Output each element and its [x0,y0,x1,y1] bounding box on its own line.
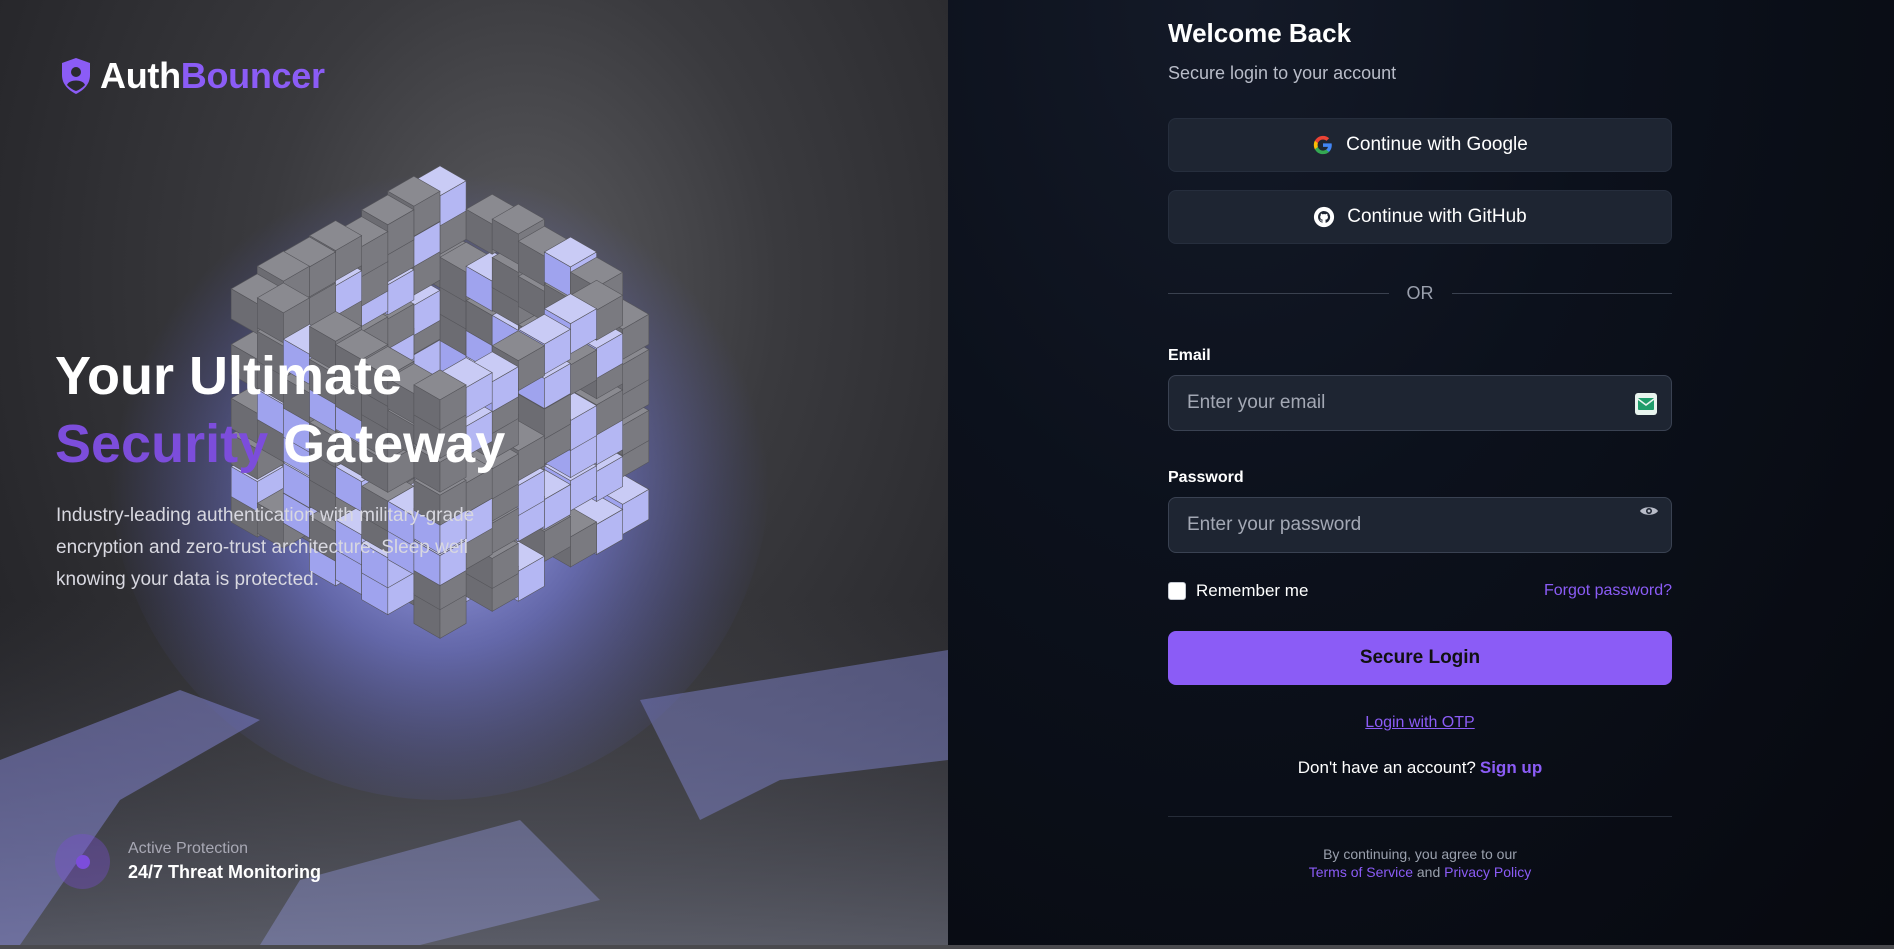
footer-and: and [1416,864,1441,880]
or-divider: OR [1168,281,1672,305]
github-button-label: Continue with GitHub [1347,206,1527,227]
hero-description: Industry-leading authentication with mil… [56,505,475,590]
headline-line2: Security Gateway [55,410,505,478]
divider-text: OR [1406,282,1434,303]
eye-icon[interactable] [1639,504,1659,518]
brand-logo: AuthBouncer [60,55,325,97]
hero-panel: AuthBouncer Your Ultimate Security Gatew… [0,0,948,945]
status-label: Active Protection [128,840,249,857]
privacy-link[interactable]: Privacy Policy [1444,864,1531,880]
footer-line1: By continuing, you agree to our [1323,846,1517,862]
password-field-wrapper [1168,497,1672,553]
hero-headline: Your Ultimate Security Gateway [55,342,505,478]
google-icon [1313,135,1332,155]
form-subtitle: Secure login to your account [1168,63,1397,83]
google-button-label: Continue with Google [1346,134,1528,155]
mail-icon[interactable] [1635,393,1657,415]
form-title: Welcome Back [1168,18,1352,48]
status-indicator-icon [55,834,110,889]
signup-row: Don't have an account? Sign up [1168,758,1672,778]
email-input[interactable] [1169,376,1671,430]
headline-accent: Security [55,414,269,474]
forgot-password-link[interactable]: Forgot password? [1544,582,1672,600]
remember-label: Remember me [1196,581,1309,600]
brand-name: AuthBouncer [100,55,325,97]
login-form: Welcome Back Secure login to your accoun… [1168,18,1672,881]
email-field-wrapper [1168,375,1672,431]
brand-name-part2: Bouncer [180,55,325,96]
remember-checkbox[interactable] [1168,582,1186,600]
footer-line2: Terms of Service and Privacy Policy [1168,863,1672,881]
terms-link[interactable]: Terms of Service [1309,864,1413,880]
signup-prompt: Don't have an account? [1297,758,1476,777]
login-page: AuthBouncer Your Ultimate Security Gatew… [0,0,1894,949]
legal-footer: By continuing, you agree to our Terms of… [1168,845,1672,881]
window-bottom-edge [0,945,1894,949]
remember-me[interactable]: Remember me [1168,581,1308,601]
protection-status: Active Protection 24/7 Threat Monitoring [55,834,321,889]
status-value: 24/7 Threat Monitoring [128,862,322,882]
brand-name-part1: Auth [100,55,181,96]
password-input[interactable] [1169,498,1671,552]
google-login-button[interactable]: Continue with Google [1168,118,1672,172]
shield-user-icon [62,58,90,94]
remember-row: Remember me Forgot password? [1168,581,1672,601]
login-panel: Welcome Back Secure login to your accoun… [948,0,1894,945]
otp-login-link[interactable]: Login with OTP [1168,714,1672,732]
headline-line1: Your Ultimate [55,346,403,406]
github-icon [1314,206,1335,228]
github-login-button[interactable]: Continue with GitHub [1168,190,1672,244]
footer-divider [1168,816,1672,817]
email-label: Email [1168,347,1211,364]
password-label: Password [1168,469,1244,486]
headline-line2-rest: Gateway [283,414,506,474]
secure-login-button[interactable]: Secure Login [1168,631,1672,685]
signup-link[interactable]: Sign up [1480,758,1542,777]
